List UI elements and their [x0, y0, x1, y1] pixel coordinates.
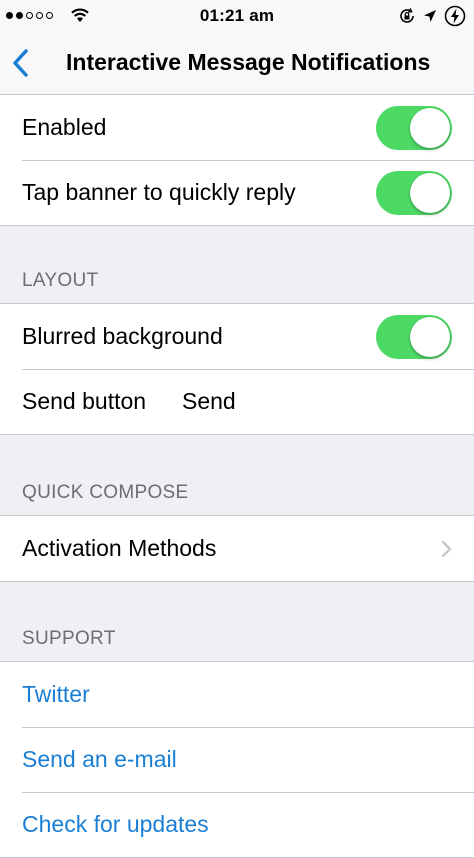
send-button-row[interactable]: Send button Send	[0, 369, 474, 434]
layout-group: Blurred background Send button Send	[0, 303, 474, 435]
twitter-link[interactable]: Twitter	[0, 662, 474, 727]
enabled-toggle[interactable]	[376, 106, 452, 150]
blurred-background-row: Blurred background	[0, 304, 474, 369]
toggle-knob	[410, 173, 450, 213]
check-updates-label[interactable]: Check for updates	[22, 792, 209, 857]
toggle-knob	[410, 317, 450, 357]
page-title: Interactive Message Notifications	[66, 49, 431, 75]
send-button-value[interactable]: Send	[182, 369, 236, 434]
support-group: Twitter Send an e-mail Check for updates	[0, 661, 474, 858]
charging-battery-icon	[444, 5, 466, 32]
send-button-label: Send button	[22, 388, 147, 414]
activation-methods-label: Activation Methods	[22, 535, 217, 561]
check-updates-link[interactable]: Check for updates	[0, 792, 474, 857]
section-header-support: SUPPORT	[22, 628, 116, 649]
tap-reply-toggle[interactable]	[376, 171, 452, 215]
tap-reply-label: Tap banner to quickly reply	[22, 179, 296, 205]
chevron-right-icon	[441, 540, 452, 563]
location-arrow-icon	[423, 9, 437, 28]
section-header-layout: LAYOUT	[22, 270, 99, 291]
toggle-knob	[410, 108, 450, 148]
twitter-label[interactable]: Twitter	[22, 662, 90, 727]
chevron-left-icon	[13, 49, 28, 77]
enabled-label: Enabled	[22, 114, 107, 140]
blurred-background-toggle[interactable]	[376, 315, 452, 359]
general-group: Enabled Tap banner to quickly reply	[0, 94, 474, 226]
blurred-background-label: Blurred background	[22, 323, 223, 349]
quick-compose-group: Activation Methods	[0, 515, 474, 582]
back-button[interactable]	[10, 49, 32, 82]
activation-methods-row[interactable]: Activation Methods	[0, 516, 474, 581]
status-bar: 01:21 am	[0, 0, 474, 32]
enabled-row: Enabled	[0, 95, 474, 160]
navigation-bar: Interactive Message Notifications	[0, 32, 474, 96]
send-email-label[interactable]: Send an e-mail	[22, 727, 177, 792]
tap-reply-row: Tap banner to quickly reply	[0, 160, 474, 225]
rotation-lock-icon	[398, 7, 416, 30]
section-header-quick-compose: QUICK COMPOSE	[22, 482, 189, 503]
send-email-link[interactable]: Send an e-mail	[0, 727, 474, 792]
